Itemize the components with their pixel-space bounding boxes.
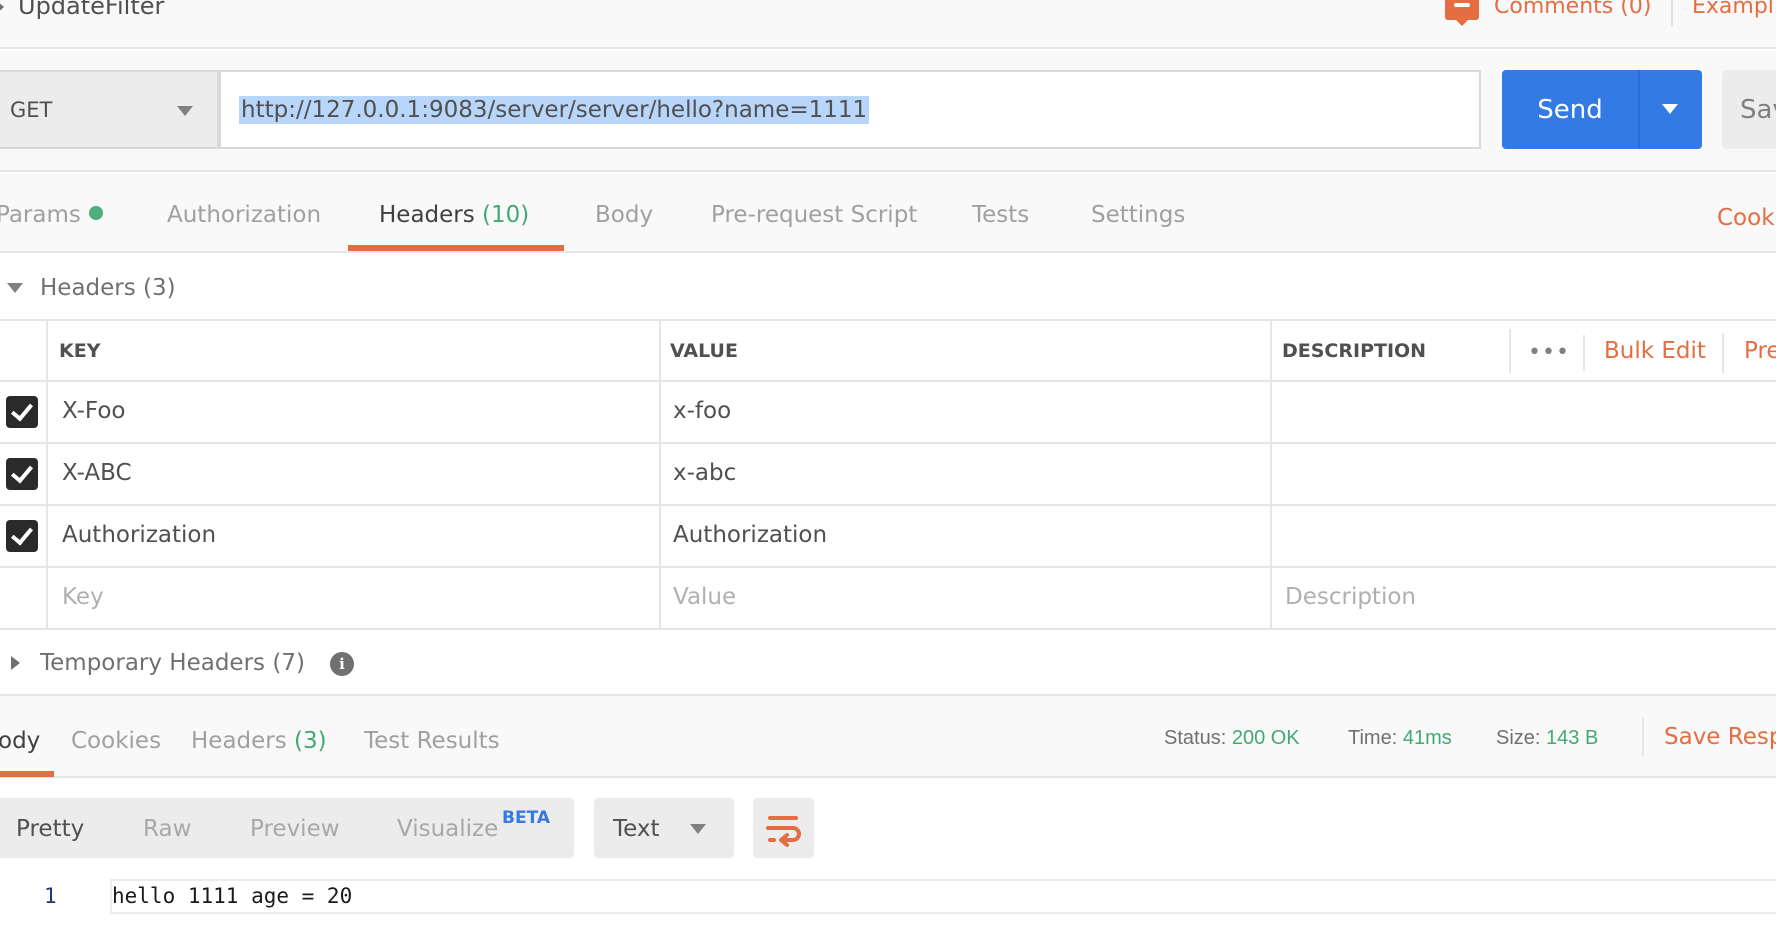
time-value: 41ms xyxy=(1402,727,1452,749)
section-count: (3) xyxy=(143,275,176,301)
section-label: Temporary Headers xyxy=(40,650,266,676)
tab-label: Test Results xyxy=(364,728,500,754)
header-value-cell[interactable]: Authorization xyxy=(673,520,827,550)
chevron-down-icon xyxy=(177,106,193,116)
tab-count: (10) xyxy=(482,202,530,228)
tab-label: Params xyxy=(0,202,81,228)
column-header-value: VALUE xyxy=(670,340,738,362)
expand-caret-icon[interactable] xyxy=(0,0,4,14)
response-tab-cookies[interactable]: Cookies xyxy=(71,726,161,756)
section-count: (7) xyxy=(272,650,305,676)
status-label: Status: xyxy=(1164,727,1227,749)
tab-label: Authorization xyxy=(167,202,322,228)
content-type-value: Text xyxy=(613,816,660,842)
code-line-highlight xyxy=(110,879,1776,914)
tab-settings[interactable]: Settings xyxy=(1091,200,1185,230)
header-key-cell[interactable]: X-ABC xyxy=(62,458,132,488)
request-title[interactable]: UpdateFilter xyxy=(18,0,164,21)
expand-caret-icon[interactable] xyxy=(11,656,20,670)
time-label: Time: xyxy=(1348,727,1398,749)
format-raw[interactable]: Raw xyxy=(143,814,191,844)
tab-label: Headers xyxy=(379,202,475,228)
tab-body[interactable]: Body xyxy=(595,200,653,230)
tab-params[interactable]: Params xyxy=(0,200,103,230)
presets-link[interactable]: Pre xyxy=(1744,338,1776,364)
send-button[interactable]: Send xyxy=(1502,70,1640,149)
tab-label: Settings xyxy=(1091,202,1186,228)
response-tab-headers[interactable]: Headers (3) xyxy=(191,726,327,756)
header-key-cell[interactable]: Authorization xyxy=(62,520,216,550)
tab-headers[interactable]: Headers (10) xyxy=(379,200,529,230)
status-value: 200 OK xyxy=(1231,727,1300,749)
size-readout: Size: 143 B xyxy=(1496,723,1598,753)
response-tab-body[interactable]: ody xyxy=(0,726,40,756)
response-tab-test-results[interactable]: Test Results xyxy=(364,726,500,756)
response-body-text[interactable]: hello 1111 age = 20 xyxy=(112,881,352,911)
tab-authorization[interactable]: Authorization xyxy=(167,200,321,230)
row-checkbox[interactable] xyxy=(6,458,38,490)
url-input[interactable]: http://127.0.0.1:9083/server/server/hell… xyxy=(219,70,1481,149)
more-options-icon[interactable]: ••• xyxy=(1528,340,1570,365)
tab-label: Cookies xyxy=(71,728,162,754)
time-readout: Time: 41ms xyxy=(1348,723,1452,753)
wrap-lines-button[interactable] xyxy=(753,798,814,858)
comments-link[interactable]: Comments (0) xyxy=(1494,0,1651,22)
method-value: GET xyxy=(10,97,53,122)
divider xyxy=(1671,0,1673,27)
format-preview[interactable]: Preview xyxy=(250,814,340,844)
method-select[interactable]: GET xyxy=(0,70,219,149)
size-label: Size: xyxy=(1496,727,1541,749)
header-value-cell[interactable]: x-abc xyxy=(673,458,736,488)
tab-pre-request-script[interactable]: Pre-request Script xyxy=(711,200,917,230)
new-description-input[interactable]: Description xyxy=(1285,582,1416,612)
status-readout: Status: 200 OK xyxy=(1164,723,1300,753)
tab-label: ody xyxy=(0,728,41,754)
examples-link[interactable]: Exampl xyxy=(1692,0,1774,22)
row-checkbox[interactable] xyxy=(6,520,38,552)
chevron-down-icon xyxy=(690,824,706,834)
beta-badge: BETA xyxy=(502,808,551,828)
send-options-dropdown[interactable] xyxy=(1640,70,1702,149)
collapse-caret-icon[interactable] xyxy=(7,283,23,293)
bulk-edit-link[interactable]: Bulk Edit xyxy=(1604,338,1706,364)
headers-table xyxy=(0,319,1776,630)
status-dot-icon xyxy=(88,206,103,220)
wrap-icon xyxy=(766,816,801,847)
header-value-cell[interactable]: x-foo xyxy=(673,396,731,426)
tab-label: Pre-request Script xyxy=(711,202,918,228)
row-checkbox[interactable] xyxy=(6,396,38,428)
save-response-button[interactable]: Save Resp xyxy=(1664,722,1776,752)
tab-tests[interactable]: Tests xyxy=(972,200,1029,230)
headers-section-title[interactable]: Headers (3) xyxy=(40,273,176,303)
new-key-input[interactable]: Key xyxy=(62,582,104,612)
size-value: 143 B xyxy=(1546,727,1599,749)
active-tab-indicator xyxy=(0,771,54,777)
format-visualize[interactable]: Visualize xyxy=(397,814,498,844)
tab-count: (3) xyxy=(294,728,327,754)
save-button[interactable]: Sav xyxy=(1722,70,1776,149)
comment-icon[interactable] xyxy=(1445,0,1479,26)
header-key-cell[interactable]: X-Foo xyxy=(62,396,125,426)
info-icon[interactable]: i xyxy=(330,652,354,676)
column-header-key: KEY xyxy=(59,340,101,362)
tab-label: Body xyxy=(595,202,654,228)
format-pretty[interactable]: Pretty xyxy=(16,814,84,844)
send-button-group: Send xyxy=(1502,70,1702,149)
url-value: http://127.0.0.1:9083/server/server/hell… xyxy=(239,95,870,124)
tab-label: Headers xyxy=(191,728,287,754)
new-value-input[interactable]: Value xyxy=(673,582,736,612)
divider xyxy=(1642,718,1644,756)
column-header-description: DESCRIPTION xyxy=(1282,340,1427,362)
section-label: Headers xyxy=(40,275,136,301)
temporary-headers-toggle[interactable]: Temporary Headers (7) xyxy=(40,648,305,678)
line-number: 1 xyxy=(44,884,57,908)
cookies-link[interactable]: Cooki xyxy=(1717,203,1776,233)
active-tab-indicator xyxy=(348,245,564,251)
tab-label: Tests xyxy=(972,202,1030,228)
